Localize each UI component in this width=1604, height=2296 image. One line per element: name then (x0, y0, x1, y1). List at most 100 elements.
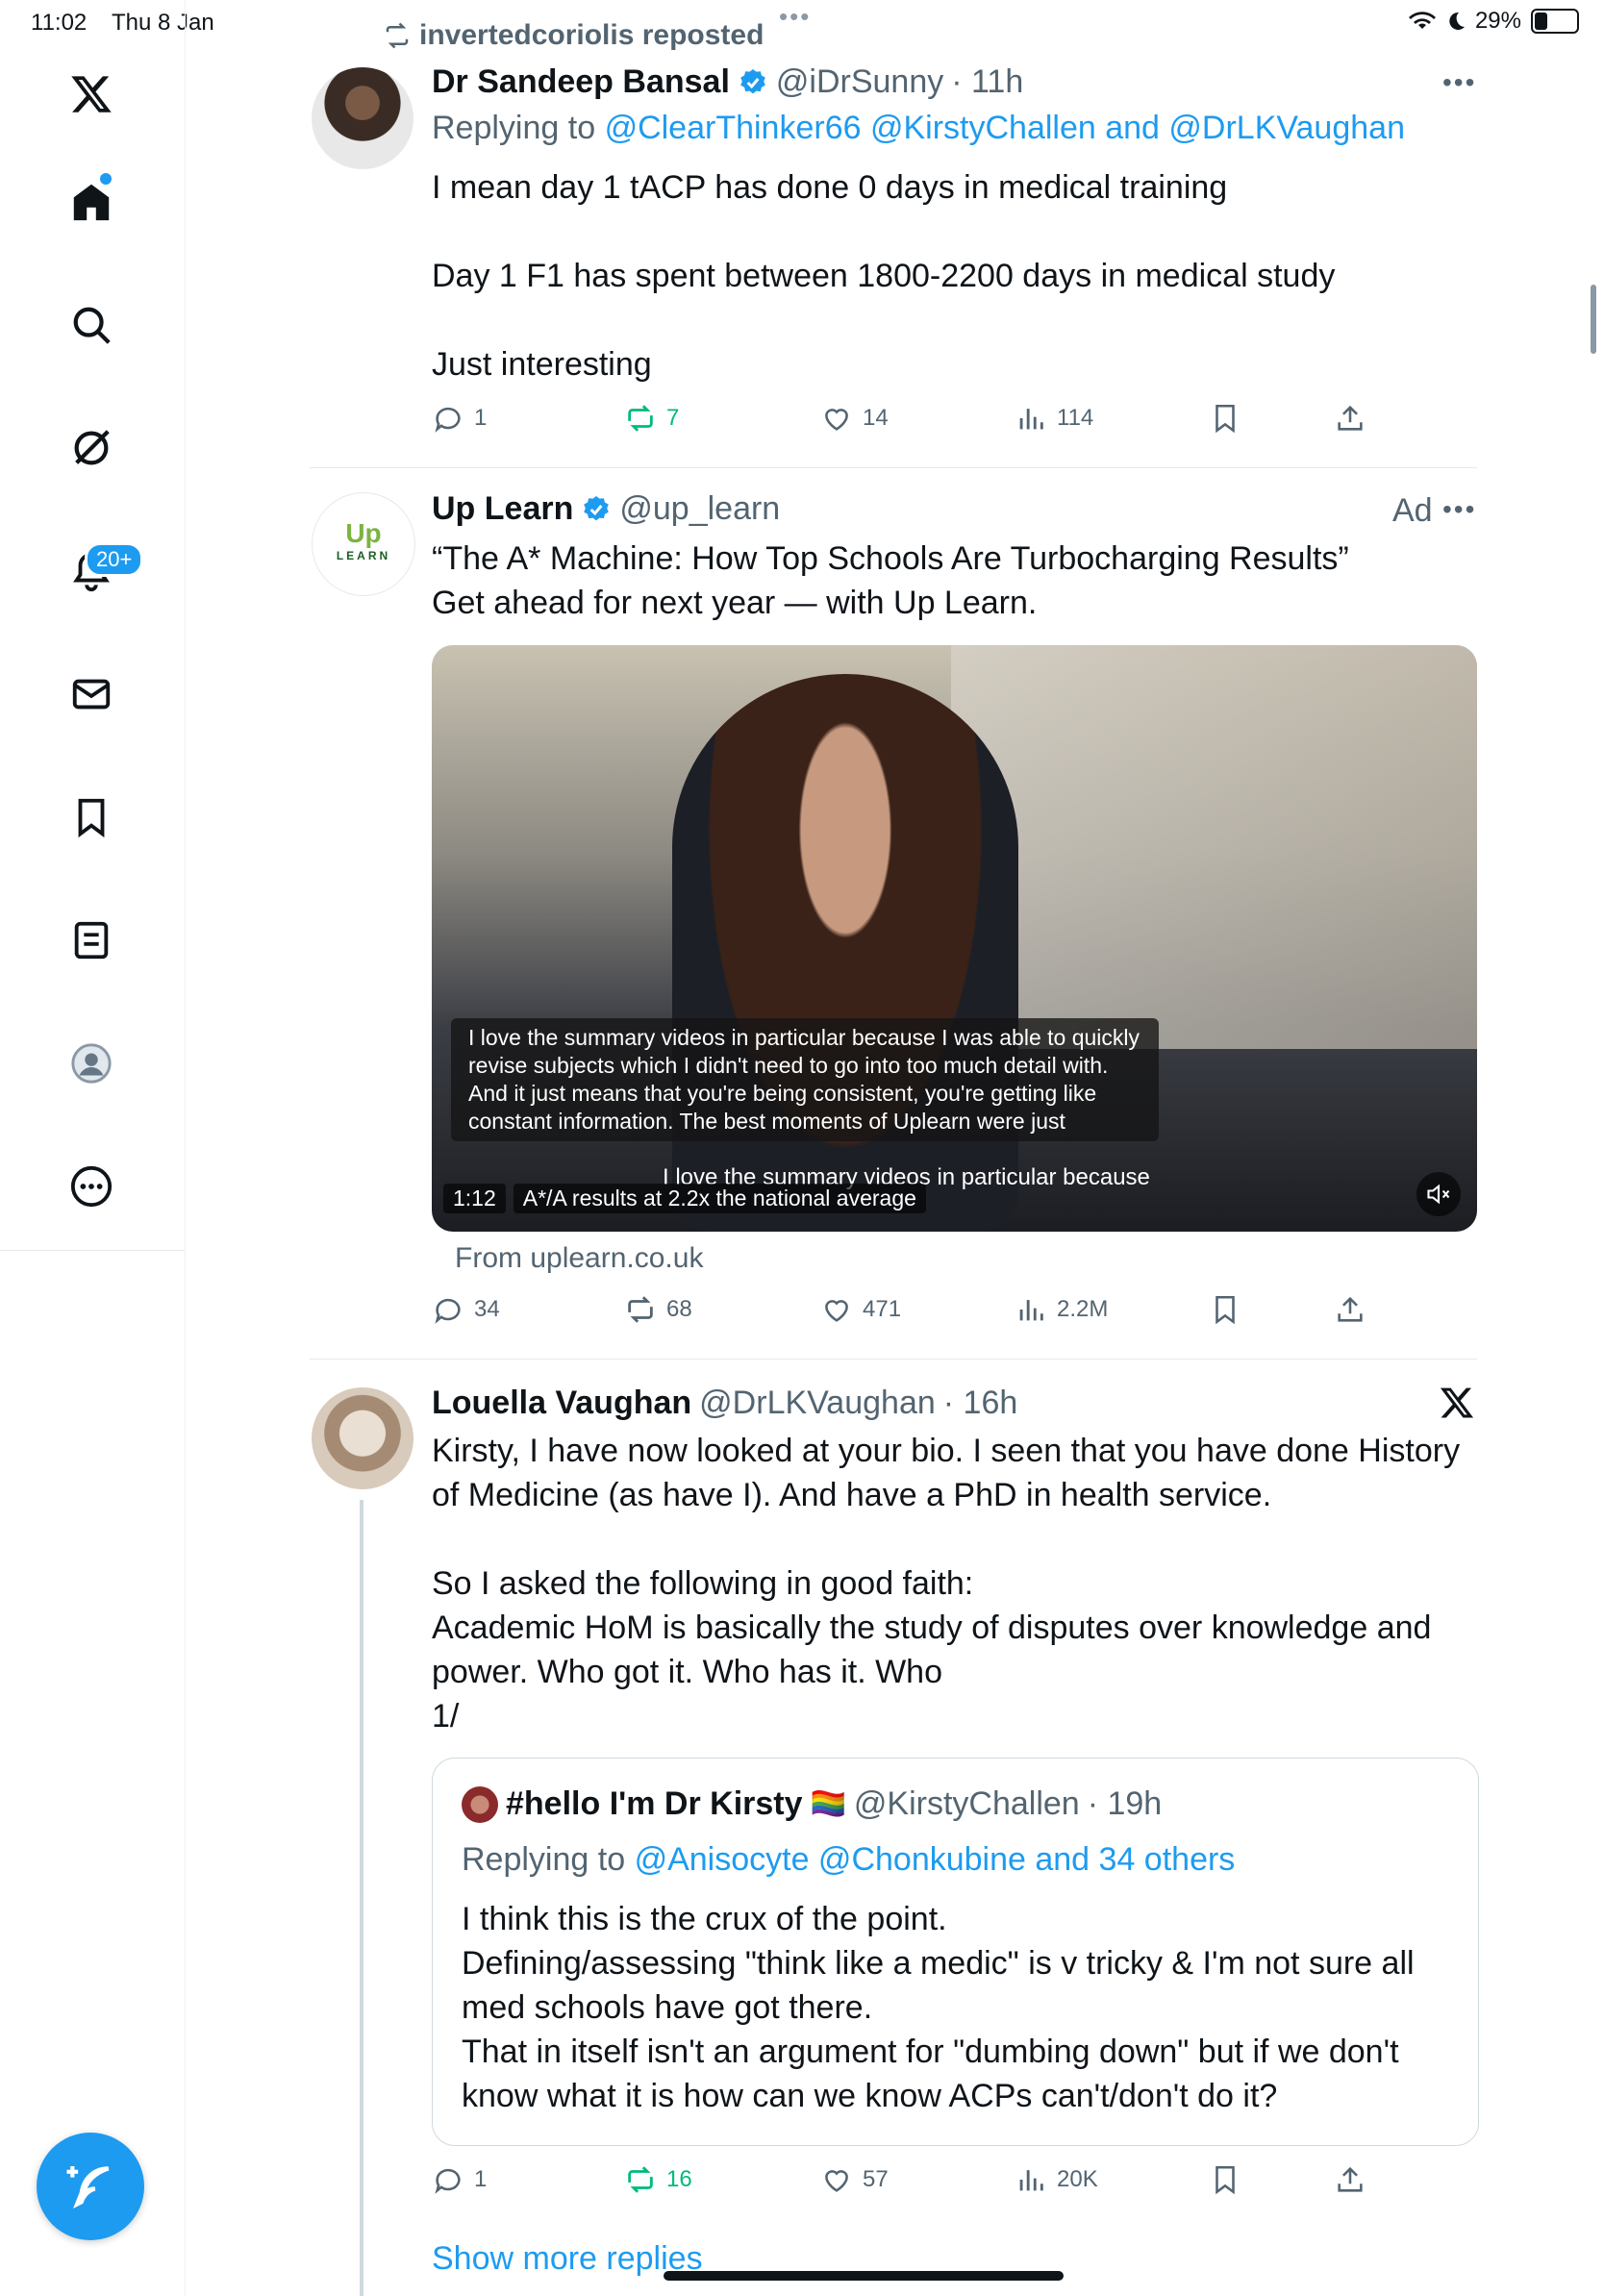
post1-actions: 1 7 14 114 (432, 402, 1490, 440)
ad-more-icon[interactable]: ••• (1442, 494, 1476, 525)
lists-icon[interactable] (53, 902, 130, 979)
ad-video[interactable]: I love the summary videos in particular … (432, 645, 1477, 1232)
share-button[interactable] (1334, 2163, 1366, 2196)
views-button[interactable]: 114 (1015, 402, 1093, 435)
messages-envelope-icon[interactable] (53, 656, 130, 733)
replying-to-handles[interactable]: @Anisocyte @Chonkubine and 34 others (635, 1841, 1236, 1878)
profile-avatar-icon[interactable] (53, 1025, 130, 1102)
replying-to-handles[interactable]: @ClearThinker66 @KirstyChallen and @DrLK… (605, 110, 1405, 146)
repost-button[interactable]: 16 (624, 2163, 692, 2196)
mute-button[interactable] (1416, 1172, 1461, 1216)
post-more-icon[interactable]: ••• (1442, 67, 1476, 98)
share-icon (1338, 2166, 1363, 2192)
quoted-post[interactable]: #hello I'm Dr Kirsty 🏳️‍🌈 @KirstyChallen… (432, 1758, 1479, 2146)
ad-text: “The A* Machine: How Top Schools Are Tur… (432, 540, 1349, 621)
more-options-icon[interactable] (53, 1148, 130, 1225)
like-button[interactable]: 471 (820, 1293, 901, 1326)
muted-speaker-icon (1427, 1184, 1450, 1205)
repost-button[interactable]: 68 (624, 1293, 692, 1326)
repost-button[interactable]: 7 (624, 402, 679, 435)
ad-handle[interactable]: @up_learn (619, 490, 780, 528)
post-time[interactable]: · 11h (951, 63, 1023, 101)
scrollbar[interactable] (1591, 285, 1596, 354)
views-button[interactable]: 20K (1015, 2163, 1098, 2196)
compose-feather-icon (66, 2166, 110, 2209)
views-chart-icon (1019, 1300, 1043, 1321)
quote-replying-to: Replying to @Anisocyte @Chonkubine and 3… (462, 1841, 1235, 1879)
notifications-badge: 20+ (85, 542, 144, 577)
home-unread-dot (100, 173, 112, 185)
quote-header: #hello I'm Dr Kirsty 🏳️‍🌈 @KirstyChallen… (462, 1785, 1162, 1823)
quote-author-name[interactable]: #hello I'm Dr Kirsty (506, 1785, 803, 1823)
verified-badge-icon (740, 68, 765, 93)
verified-badge-icon (584, 495, 610, 520)
reply-button[interactable]: 34 (432, 1293, 500, 1326)
up-learn-logo[interactable]: Up LEARN (312, 492, 415, 596)
x-logo-icon[interactable] (53, 56, 130, 133)
reply-icon (435, 2168, 461, 2194)
ad-actions: 34 68 471 2.2M (432, 1293, 1490, 1332)
home-indicator[interactable] (664, 2271, 1064, 2281)
status-date: Thu 8 Jan (112, 10, 214, 36)
quote-avatar[interactable] (462, 1785, 498, 1823)
compose-post-button[interactable] (37, 2133, 144, 2240)
like-button[interactable]: 14 (820, 402, 889, 435)
show-more-replies-link[interactable]: Show more replies (432, 2240, 703, 2278)
like-button[interactable]: 57 (820, 2163, 889, 2196)
bookmark-button[interactable] (1209, 1293, 1241, 1326)
search-icon[interactable] (53, 287, 130, 363)
author-name[interactable]: Dr Sandeep Bansal (432, 63, 730, 101)
reply-button[interactable]: 1 (432, 2163, 487, 2196)
reply-count: 1 (474, 405, 488, 431)
repost-count: 16 (666, 2166, 692, 2192)
bookmarks-icon[interactable] (53, 779, 130, 856)
thread-line (360, 1500, 363, 2296)
author-avatar[interactable] (312, 1387, 414, 1489)
battery-fill (1535, 12, 1548, 30)
post-divider (310, 467, 1477, 468)
repost-icon (628, 1296, 653, 1323)
author-handle[interactable]: @iDrSunny (776, 63, 943, 101)
bookmark-button[interactable] (1209, 2163, 1241, 2196)
reply-count: 34 (474, 1296, 500, 1322)
reply-count: 1 (474, 2166, 488, 2192)
post-text: Kirsty, I have now looked at your bio. I… (432, 1433, 1461, 1734)
post3-header: Louella Vaughan @DrLKVaughan · 16h (432, 1385, 1017, 1422)
ad-source-link[interactable]: From uplearn.co.uk (455, 1242, 703, 1275)
post-text: I mean day 1 tACP has done 0 days in med… (432, 169, 1336, 383)
like-count: 57 (863, 2166, 889, 2192)
battery-icon (1531, 9, 1579, 34)
ad-author-name[interactable]: Up Learn (432, 490, 573, 528)
reply-button[interactable]: 1 (432, 402, 487, 435)
share-button[interactable] (1334, 402, 1366, 435)
quote-text: I think this is the crux of the point. D… (462, 1901, 1415, 2114)
replying-prefix: Replying to (432, 110, 596, 146)
repost-count: 68 (666, 1296, 692, 1322)
reply-icon (435, 407, 461, 433)
multitask-dots-icon[interactable]: ••• (779, 2, 811, 32)
author-name[interactable]: Louella Vaughan (432, 1385, 691, 1422)
video-duration: 1:12 (443, 1184, 506, 1213)
video-person (672, 674, 1018, 1232)
ad-label: Ad (1392, 492, 1433, 529)
quote-handle[interactable]: @KirstyChallen (854, 1785, 1080, 1823)
share-button[interactable] (1334, 1293, 1366, 1326)
author-handle[interactable]: @DrLKVaughan (699, 1385, 936, 1422)
repost-icon (628, 2166, 653, 2193)
replying-prefix: Replying to (462, 1841, 626, 1878)
wifi-icon (1408, 12, 1436, 29)
repost-small-icon (386, 22, 409, 49)
sidebar-divider (185, 0, 186, 2296)
like-count: 471 (863, 1296, 902, 1322)
repost-count: 7 (666, 405, 680, 431)
bookmark-button[interactable] (1209, 402, 1241, 435)
post-time[interactable]: · 16h (943, 1385, 1018, 1422)
repost-indicator[interactable]: invertedcoriolis reposted (383, 19, 764, 52)
author-avatar[interactable] (312, 67, 414, 169)
video-info-bar: 1:12 A*/A results at 2.2x the national a… (443, 1184, 926, 1213)
status-right: 29% (1408, 8, 1579, 35)
grok-icon[interactable] (53, 410, 130, 487)
home-icon[interactable] (53, 163, 130, 240)
views-button[interactable]: 2.2M (1015, 1293, 1108, 1326)
replying-to: Replying to @ClearThinker66 @KirstyChall… (432, 110, 1405, 147)
